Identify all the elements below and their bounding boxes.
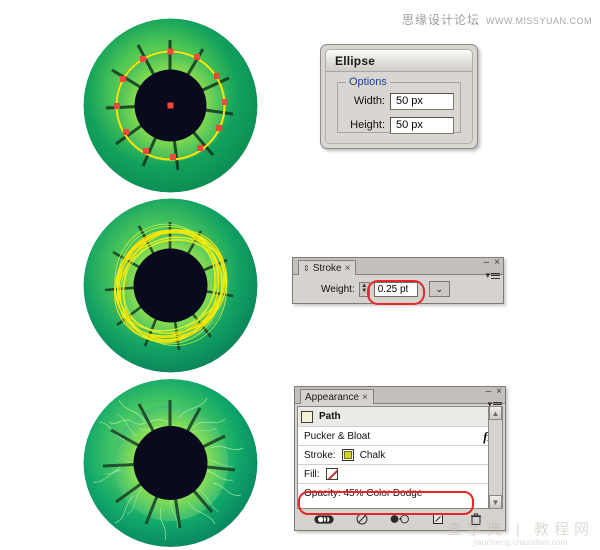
- appearance-scrollbar[interactable]: ▲ ▼: [488, 406, 503, 509]
- stroke-panel: ⇕ Stroke × – × ▾ Weight: ▲ ▼ 0.25 pt ⌄: [292, 257, 504, 305]
- eye-step-1-ellipse-path: [83, 18, 258, 193]
- stroke-color-swatch-icon[interactable]: [341, 449, 354, 461]
- watermark-bottom-url: jiaocheng.chazidian.com: [473, 538, 568, 547]
- stroke-weight-stepper[interactable]: ▲ ▼: [358, 281, 370, 297]
- reduce-to-basic-appearance-icon[interactable]: [390, 513, 410, 525]
- minimize-icon[interactable]: –: [484, 258, 490, 268]
- ellipse-dialog-titlebar: Ellipse: [326, 50, 472, 72]
- appearance-row-fill-label: Fill:: [304, 468, 320, 480]
- appearance-row-pucker-bloat[interactable]: Pucker & Bloat fx: [298, 427, 502, 446]
- ellipse-width-input[interactable]: 50 px: [390, 92, 454, 110]
- close-window-icon[interactable]: ×: [496, 387, 502, 397]
- tab-stroke-label: Stroke: [312, 262, 342, 274]
- appearance-row-path[interactable]: Path: [298, 407, 502, 427]
- ellipse-dialog-inner: Ellipse Options Width: 50 px Height: 50 …: [325, 49, 473, 144]
- ellipse-height-input[interactable]: 50 px: [390, 116, 454, 134]
- ellipse-height-row: Height: 50 px: [338, 116, 454, 134]
- watermark-top-cn: 思缘设计论坛: [401, 13, 480, 27]
- watermark-bottom-cn: 查字典 | 教程网: [446, 521, 594, 538]
- watermark-top: 思缘设计论坛 WWW.MISSYUAN.COM: [402, 11, 592, 28]
- close-icon[interactable]: ×: [345, 263, 351, 274]
- watermark-bottom: 查字典 | 教程网 jiaocheng.chazidian.com: [447, 522, 594, 548]
- appearance-row-stroke-label: Stroke:: [304, 449, 336, 461]
- stroke-weight-input[interactable]: 0.25 pt: [373, 281, 418, 297]
- appearance-row-stroke-value: Chalk: [359, 449, 386, 461]
- appearance-row-opacity[interactable]: Opacity: 45% Color Dodge: [298, 484, 502, 503]
- appearance-row-stroke[interactable]: Stroke: Chalk: [298, 446, 502, 465]
- duplicate-selected-item-icon[interactable]: [428, 513, 448, 525]
- stroke-panel-body: Weight: ▲ ▼ 0.25 pt ⌄: [293, 275, 503, 303]
- close-icon[interactable]: ×: [362, 392, 368, 403]
- ellipse-options-legend: Options: [346, 76, 390, 88]
- tab-appearance[interactable]: Appearance ×: [300, 389, 374, 404]
- close-window-icon[interactable]: ×: [494, 258, 500, 268]
- tab-grip-icon: ⇕: [303, 263, 310, 273]
- new-art-basic-appearance-icon[interactable]: [314, 513, 334, 525]
- appearance-list: Path Pucker & Bloat fx Stroke: Chalk Fil…: [297, 406, 503, 509]
- ellipse-height-label: Height:: [350, 119, 385, 131]
- path-swatch-icon: [301, 410, 313, 423]
- stroke-weight-dropdown[interactable]: ⌄: [428, 281, 450, 297]
- no-fill-swatch-icon[interactable]: [325, 468, 338, 480]
- eye-step-3-color-dodge: [83, 378, 258, 548]
- appearance-row-fill[interactable]: Fill:: [298, 465, 502, 484]
- appearance-row-opacity-label: Opacity: 45% Color Dodge: [304, 488, 423, 499]
- ellipse-width-label: Width:: [353, 95, 385, 107]
- scroll-down-icon[interactable]: ▼: [489, 495, 502, 509]
- tab-appearance-label: Appearance: [305, 391, 359, 403]
- ellipse-options-fieldset: Options Width: 50 px Height: 50 px: [337, 76, 461, 134]
- ellipse-width-row: Width: 50 px: [338, 92, 454, 110]
- clear-appearance-icon[interactable]: [352, 513, 372, 525]
- appearance-panel: Appearance × – × ▾ Path Pucker & Bloat f…: [294, 386, 506, 531]
- tab-stroke[interactable]: ⇕ Stroke ×: [298, 260, 357, 275]
- stroke-weight-label: Weight:: [321, 283, 355, 295]
- appearance-row-path-label: Path: [319, 411, 341, 422]
- ellipse-dialog-title: Ellipse: [335, 54, 376, 68]
- appearance-panel-window-buttons: – ×: [486, 387, 502, 397]
- scroll-up-icon[interactable]: ▲: [489, 406, 502, 420]
- eye-step-2-chalk-stroke: [83, 198, 258, 373]
- minimize-icon[interactable]: –: [486, 387, 492, 397]
- stroke-panel-window-buttons: – ×: [484, 258, 500, 268]
- chevron-down-icon: ⌄: [435, 283, 443, 294]
- ellipse-dialog: Ellipse Options Width: 50 px Height: 50 …: [320, 44, 478, 149]
- watermark-top-url: WWW.MISSYUAN.COM: [486, 16, 592, 26]
- stepper-down-icon[interactable]: ▼: [361, 288, 367, 294]
- appearance-row-pucker-bloat-label: Pucker & Bloat: [304, 430, 371, 442]
